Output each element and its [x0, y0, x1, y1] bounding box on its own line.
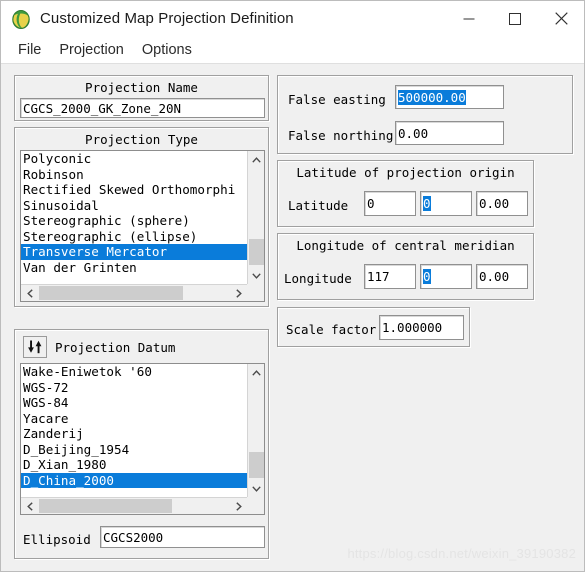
projection-datum-listbox[interactable]: Wake-Eniwetok '60 WGS-72 WGS-84 Yacare Z… [20, 363, 265, 515]
maximize-button[interactable] [492, 1, 538, 36]
projection-datum-vertical-scrollbar[interactable] [247, 364, 264, 497]
main-content: Projection Name CGCS_2000_GK_Zone_20N Pr… [1, 64, 584, 571]
ellipsoid-label: Ellipsoid [23, 532, 91, 547]
scale-factor-label: Scale factor [286, 322, 377, 337]
false-easting-input[interactable]: 500000.00 [395, 85, 504, 109]
latitude-label: Latitude [288, 198, 349, 213]
sort-updown-icon[interactable] [23, 336, 47, 358]
menu-options[interactable]: Options [133, 40, 201, 60]
projection-datum-title: Projection Datum [55, 340, 176, 355]
projection-type-listbox[interactable]: Polyconic Robinson Rectified Skewed Orth… [20, 150, 265, 302]
list-item[interactable]: Stereographic (ellipse) [21, 229, 247, 245]
application-window: Customized Map Projection Definition Fil… [0, 0, 585, 572]
scrollbar-corner [247, 284, 264, 301]
list-item[interactable]: D_Xian_1980 [21, 457, 247, 473]
list-item[interactable]: Wake-Eniwetok '60 [21, 364, 247, 380]
longitude-label: Longitude [284, 271, 352, 286]
list-item[interactable]: D_Beijing_1954 [21, 442, 247, 458]
latitude-minutes-input[interactable]: 0 [420, 191, 472, 216]
list-item[interactable]: WGS-72 [21, 380, 247, 396]
projection-datum-horizontal-scrollbar[interactable] [21, 497, 247, 514]
scroll-thumb-vertical[interactable] [249, 239, 264, 265]
list-item[interactable]: Stereographic (sphere) [21, 213, 247, 229]
list-item[interactable]: Van der Grinten [21, 260, 247, 276]
projection-datum-group: Projection Datum Wake-Eniwetok '60 WGS-7… [14, 329, 269, 559]
latitude-seconds-input[interactable]: 0.00 [476, 191, 528, 216]
menu-bar: File Projection Options [1, 36, 584, 64]
longitude-minutes-value: 0 [423, 269, 431, 284]
list-item[interactable]: Sinusoidal [21, 198, 247, 214]
menu-projection[interactable]: Projection [50, 40, 132, 60]
latitude-origin-title: Latitude of projection origin [296, 165, 515, 180]
projection-type-horizontal-scrollbar[interactable] [21, 284, 247, 301]
scroll-down-icon[interactable] [248, 480, 264, 497]
list-item[interactable]: Rectified Skewed Orthomorphi [21, 182, 247, 198]
scroll-thumb-horizontal[interactable] [39, 286, 183, 300]
longitude-minutes-input[interactable]: 0 [420, 264, 472, 289]
false-northing-input[interactable]: 0.00 [395, 121, 504, 145]
scroll-right-icon[interactable] [230, 498, 247, 514]
projection-type-vertical-scrollbar[interactable] [247, 151, 264, 284]
latitude-degrees-input[interactable]: 0 [364, 191, 416, 216]
false-easting-value: 500000.00 [398, 89, 466, 105]
longitude-meridian-title: Longitude of central meridian [296, 238, 515, 253]
projection-type-group: Projection Type Polyconic Robinson Recti… [14, 127, 269, 307]
false-easting-label: False easting [288, 92, 386, 107]
list-item-selected[interactable]: D_China_2000 [21, 472, 247, 488]
projection-type-title: Projection Type [85, 132, 198, 147]
globe-icon [10, 8, 32, 30]
scroll-left-icon[interactable] [21, 285, 38, 301]
list-item[interactable]: Polyconic [21, 151, 247, 167]
false-offsets-group: False easting 500000.00 False northing 0… [277, 75, 573, 154]
watermark-text: https://blog.csdn.net/weixin_39190382 [347, 546, 576, 561]
scroll-thumb-vertical[interactable] [249, 452, 264, 478]
projection-datum-list-items: Wake-Eniwetok '60 WGS-72 WGS-84 Yacare Z… [21, 364, 247, 497]
window-controls [446, 1, 584, 36]
projection-type-list-items: Polyconic Robinson Rectified Skewed Orth… [21, 151, 247, 284]
latitude-minutes-value: 0 [423, 196, 431, 211]
minimize-button[interactable] [446, 1, 492, 36]
latitude-origin-group: Latitude of projection origin Latitude 0… [277, 160, 534, 227]
window-title: Customized Map Projection Definition [40, 10, 294, 27]
scroll-down-icon[interactable] [248, 267, 264, 284]
close-button[interactable] [538, 1, 584, 36]
scale-factor-input[interactable]: 1.000000 [379, 315, 464, 340]
list-item[interactable]: Robinson [21, 167, 247, 183]
list-item[interactable]: Zanderij [21, 426, 247, 442]
scroll-up-icon[interactable] [248, 151, 264, 168]
list-item-selected[interactable]: Transverse Mercator [21, 244, 247, 260]
list-item[interactable]: Yacare [21, 411, 247, 427]
false-northing-label: False northing [288, 128, 394, 143]
projection-name-title: Projection Name [85, 80, 198, 95]
projection-name-input[interactable]: CGCS_2000_GK_Zone_20N [20, 98, 265, 118]
scrollbar-corner [247, 497, 264, 514]
longitude-degrees-input[interactable]: 117 [364, 264, 416, 289]
list-item[interactable]: WGS-84 [21, 395, 247, 411]
scroll-thumb-horizontal[interactable] [39, 499, 172, 513]
scroll-right-icon[interactable] [230, 285, 247, 301]
scroll-up-icon[interactable] [248, 364, 264, 381]
longitude-seconds-input[interactable]: 0.00 [476, 264, 528, 289]
scale-factor-group: Scale factor 1.000000 [277, 307, 470, 347]
title-bar[interactable]: Customized Map Projection Definition [1, 1, 584, 36]
menu-file[interactable]: File [9, 40, 50, 60]
projection-name-group: Projection Name CGCS_2000_GK_Zone_20N [14, 75, 269, 121]
scroll-left-icon[interactable] [21, 498, 38, 514]
ellipsoid-input[interactable]: CGCS2000 [100, 526, 265, 548]
longitude-meridian-group: Longitude of central meridian Longitude … [277, 233, 534, 300]
